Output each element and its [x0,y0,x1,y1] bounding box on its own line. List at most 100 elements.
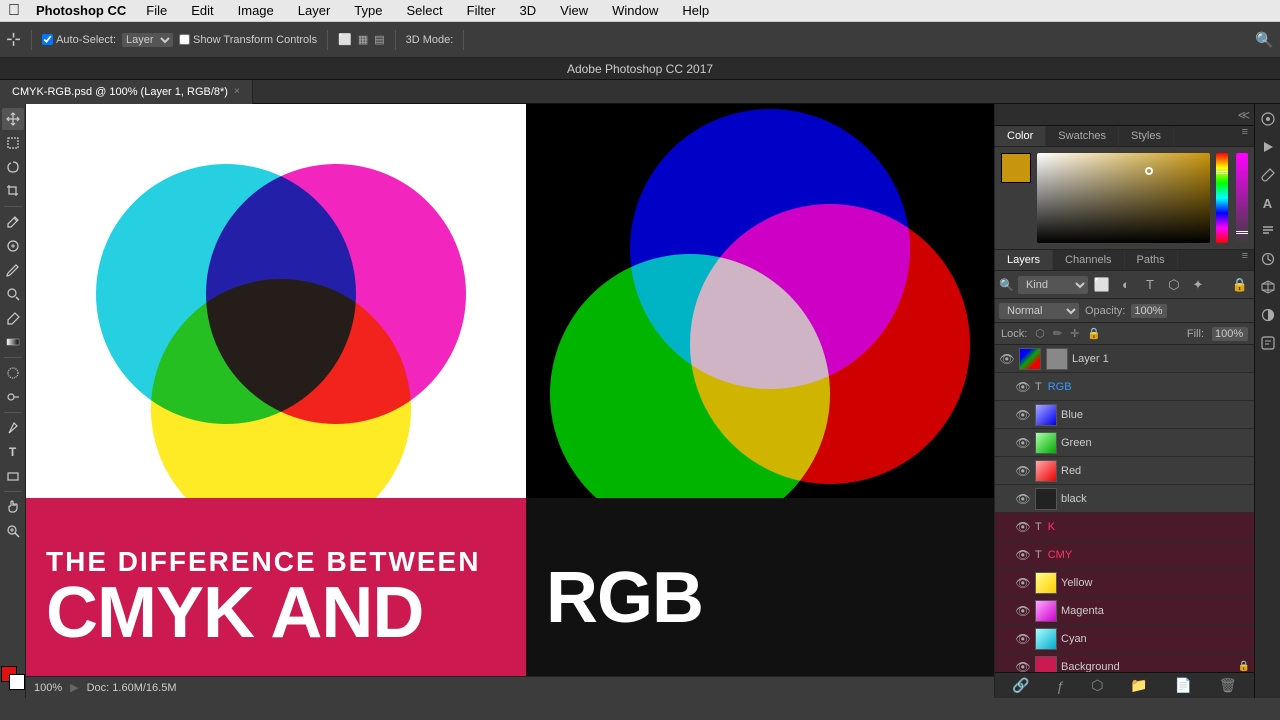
hue-strip[interactable] [1216,153,1228,243]
layers-panel-menu[interactable]: ≡ [1242,250,1254,270]
filter-text-icon[interactable]: T [1140,275,1160,295]
autoselect-checkbox[interactable]: Auto-Select: [42,34,116,46]
filter-adjust-icon[interactable]: ◐ [1116,275,1136,295]
hand-tool[interactable] [2,496,24,518]
align-left-icon[interactable]: ⬜ [338,33,352,46]
brush-settings-icon[interactable] [1257,164,1279,186]
current-color-swatch[interactable] [1001,153,1031,183]
marquee-tool[interactable] [2,132,24,154]
lock-image-icon[interactable]: ✏ [1053,327,1062,340]
blur-tool[interactable] [2,362,24,384]
align-center-icon[interactable]: ▦ [358,33,368,46]
tab-close-button[interactable]: × [234,86,240,97]
layer-item[interactable]: 👁 Layer 1 [995,345,1254,373]
align-right-icon[interactable]: ▤ [374,33,384,46]
panel-collapse-icon[interactable]: ≪ [1237,108,1250,122]
fill-input[interactable] [1212,327,1248,341]
visibility-icon[interactable]: 👁 [999,352,1015,366]
library-icon[interactable] [1257,332,1279,354]
visibility-icon[interactable]: 👁 [1015,464,1031,478]
eraser-tool[interactable] [2,307,24,329]
layer-item[interactable]: 👁 T K [995,513,1254,541]
filter-pixel-icon[interactable]: ⬜ [1092,275,1112,295]
layer-item[interactable]: 👁 Green [995,429,1254,457]
opacity-input[interactable] [1131,304,1167,318]
menu-select[interactable]: Select [402,3,446,18]
visibility-icon[interactable]: 👁 [1015,604,1031,618]
lock-position-icon[interactable]: ✛ [1070,327,1079,340]
menu-file[interactable]: File [142,3,171,18]
layer-item[interactable]: 👁 Cyan [995,625,1254,653]
shape-tool[interactable] [2,465,24,487]
menu-help[interactable]: Help [678,3,713,18]
visibility-icon[interactable]: 👁 [1015,520,1031,534]
filter-shape-icon[interactable]: ⬡ [1164,275,1184,295]
tab-swatches[interactable]: Swatches [1046,126,1119,146]
menu-layer[interactable]: Layer [294,3,335,18]
history-icon[interactable] [1257,248,1279,270]
play-actions-icon[interactable] [1257,136,1279,158]
color-panel-menu[interactable]: ≡ [1242,126,1254,146]
pen-tool[interactable] [2,417,24,439]
tools-panel-icon[interactable] [1257,108,1279,130]
text-tool[interactable]: T [2,441,24,463]
visibility-icon[interactable]: 👁 [1015,660,1031,673]
crop-tool[interactable] [2,180,24,202]
filter-kind-select[interactable]: Kind [1018,276,1088,294]
delete-layer-icon[interactable]: 🗑 [1219,677,1237,694]
add-mask-icon[interactable]: ⬡ [1091,677,1103,694]
opacity-strip[interactable] [1236,153,1248,243]
layer-item[interactable]: 👁 Yellow [995,569,1254,597]
visibility-icon[interactable]: 👁 [1015,408,1031,422]
tab-channels[interactable]: Channels [1053,250,1124,270]
layer-item[interactable]: 👁 black [995,485,1254,513]
layer-item[interactable]: 👁 Blue [995,401,1254,429]
adjustment-icon[interactable] [1257,304,1279,326]
filter-lock-icon[interactable]: 🔒 [1230,275,1250,295]
tab-layers[interactable]: Layers [995,250,1053,270]
autoselect-select[interactable]: Layer Group [122,33,173,47]
menu-filter[interactable]: Filter [463,3,500,18]
new-group-icon[interactable]: 📁 [1130,677,1147,694]
visibility-icon[interactable]: 👁 [1015,576,1031,590]
lock-transparent-icon[interactable]: ⬡ [1035,327,1045,340]
spot-heal-tool[interactable] [2,235,24,257]
gradient-tool[interactable] [2,331,24,353]
filter-smart-icon[interactable]: ✦ [1188,275,1208,295]
visibility-icon[interactable]: 👁 [1015,492,1031,506]
menu-view[interactable]: View [556,3,592,18]
show-transform-checkbox[interactable]: Show Transform Controls [179,34,317,46]
link-layers-icon[interactable]: 🔗 [1012,677,1029,694]
visibility-icon[interactable]: 👁 [1015,548,1031,562]
color-gradient-picker[interactable] [1037,153,1210,243]
transform-input[interactable] [179,34,190,45]
3d-icon[interactable] [1257,276,1279,298]
search-icon[interactable]: 🔍 [1255,31,1274,49]
layer-item[interactable]: 👁 Magenta [995,597,1254,625]
layer-item[interactable]: 👁 Red [995,457,1254,485]
visibility-icon[interactable]: 👁 [1015,436,1031,450]
menu-type[interactable]: Type [350,3,386,18]
type-tool-icon[interactable]: A [1257,192,1279,214]
lasso-tool[interactable] [2,156,24,178]
move-tool[interactable] [2,108,24,130]
eyedropper-tool[interactable] [2,211,24,233]
clone-stamp-tool[interactable] [2,283,24,305]
blend-mode-select[interactable]: Normal Multiply Screen [999,303,1079,319]
document-tab[interactable]: CMYK-RGB.psd @ 100% (Layer 1, RGB/8*) × [0,80,253,104]
tab-paths[interactable]: Paths [1125,250,1178,270]
brush-tool[interactable] [2,259,24,281]
zoom-tool[interactable] [2,520,24,542]
layer-item[interactable]: 👁 Background 🔒 [995,653,1254,672]
visibility-icon[interactable]: 👁 [1015,632,1031,646]
tab-styles[interactable]: Styles [1119,126,1174,146]
paragraph-icon[interactable] [1257,220,1279,242]
menu-window[interactable]: Window [608,3,662,18]
visibility-icon[interactable]: 👁 [1015,380,1031,394]
tab-color[interactable]: Color [995,126,1046,146]
lock-all-icon[interactable]: 🔒 [1087,327,1101,340]
menu-image[interactable]: Image [234,3,278,18]
background-color[interactable] [9,674,25,690]
layer-item[interactable]: 👁 T RGB [995,373,1254,401]
new-layer-icon[interactable]: 📄 [1175,677,1192,694]
